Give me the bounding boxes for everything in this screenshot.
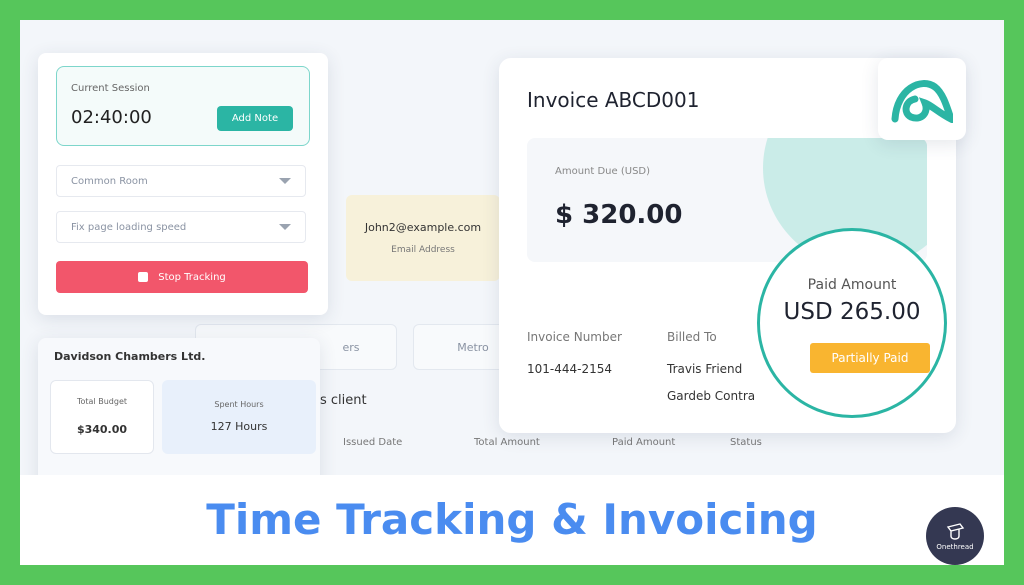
room-value: Common Room	[71, 175, 148, 187]
onethread-logo-icon	[946, 523, 965, 540]
task-value: Fix page loading speed	[71, 221, 187, 233]
paid-value: USD 265.00	[783, 299, 921, 325]
session-card: Current Session 02:40:00 Add Note Common…	[38, 53, 328, 315]
col-issued-date: Issued Date	[343, 437, 403, 448]
budget-label: Total Budget	[77, 397, 127, 406]
client-heading: s client	[320, 393, 367, 408]
session-label: Current Session	[71, 83, 150, 94]
paid-label: Paid Amount	[807, 277, 897, 293]
status-badge: Partially Paid	[810, 343, 930, 373]
email-card: John2@example.com Email Address	[346, 195, 500, 281]
total-budget-tile: Total Budget $340.00	[50, 380, 154, 454]
paid-amount-circle: Paid Amount USD 265.00 Partially Paid	[757, 228, 947, 418]
footer: Time Tracking & Invoicing Onethread	[20, 475, 1004, 565]
app-logo	[878, 58, 966, 140]
room-select[interactable]: Common Room	[56, 165, 306, 197]
email-value: John2@example.com	[364, 221, 482, 234]
billed-company: Gardeb Contra	[667, 389, 756, 403]
invoice-title: Invoice ABCD001	[527, 88, 700, 112]
session-timer: 02:40:00	[71, 107, 152, 128]
billed-to-label: Billed To	[667, 330, 717, 344]
stop-tracking-button[interactable]: Stop Tracking	[56, 261, 308, 293]
ghost-field-text: Metro	[457, 340, 489, 354]
task-select[interactable]: Fix page loading speed	[56, 211, 306, 243]
col-status: Status	[730, 437, 762, 448]
hours-value: 127 Hours	[210, 420, 268, 433]
email-label: Email Address	[391, 245, 455, 255]
amount-due-label: Amount Due (USD)	[555, 166, 651, 177]
add-note-button[interactable]: Add Note	[217, 106, 293, 131]
client-card: Davidson Chambers Ltd. Total Budget $340…	[38, 338, 320, 498]
ghost-field-text: ers	[342, 340, 360, 354]
invoice-number-label: Invoice Number	[527, 330, 622, 344]
headline: Time Tracking & Invoicing	[206, 495, 818, 544]
spent-hours-tile: Spent Hours 127 Hours	[162, 380, 316, 454]
stop-label: Stop Tracking	[158, 271, 226, 283]
chevron-down-icon	[279, 224, 291, 230]
chevron-down-icon	[279, 178, 291, 184]
stop-icon	[138, 272, 149, 282]
frame: ers Metro s client Issued Date Total Amo…	[20, 20, 1004, 565]
onethread-badge: Onethread	[926, 507, 984, 565]
invoice-number: 101-444-2154	[527, 362, 613, 376]
current-session-box: Current Session 02:40:00 Add Note	[56, 66, 310, 146]
budget-value: $340.00	[76, 423, 128, 436]
hours-label: Spent Hours	[214, 400, 264, 409]
brand-name: Onethread	[936, 543, 974, 551]
logo-icon	[891, 80, 953, 123]
billed-name: Travis Friend	[667, 362, 743, 376]
col-paid-amount: Paid Amount	[612, 437, 676, 448]
amount-due-value: $ 320.00	[555, 200, 683, 230]
client-name: Davidson Chambers Ltd.	[54, 350, 206, 363]
col-total-amount: Total Amount	[474, 437, 540, 448]
